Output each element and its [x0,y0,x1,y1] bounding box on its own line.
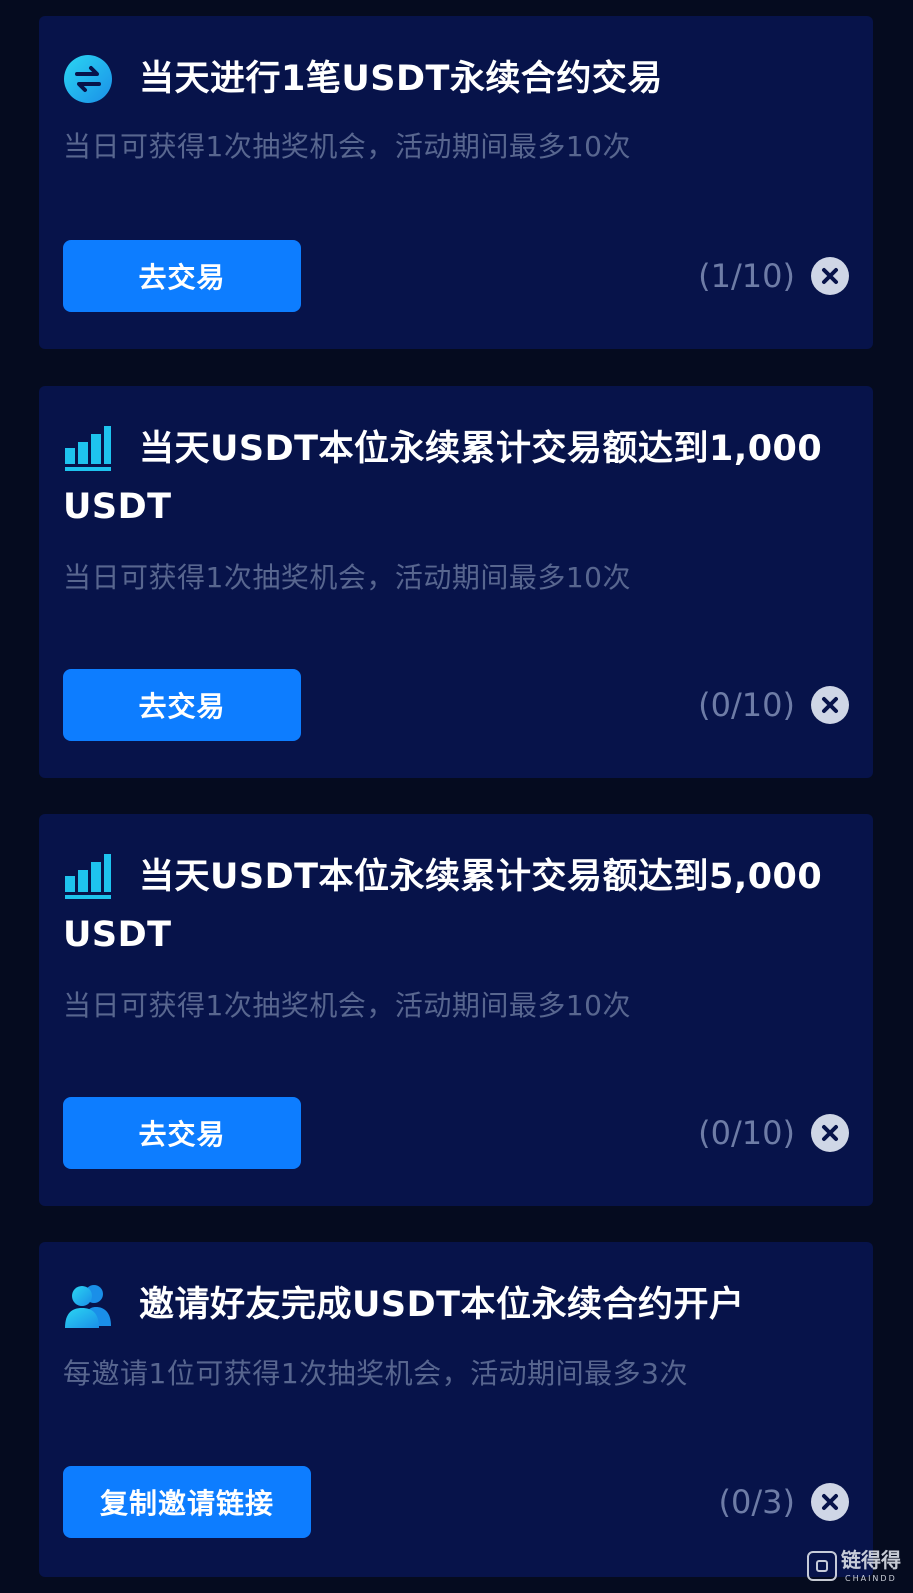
close-icon[interactable] [811,686,849,724]
task-description: 当日可获得1次抽奖机会，活动期间最多10次 [63,561,631,594]
close-icon[interactable] [811,257,849,295]
watermark-subtext: CHAINDD [845,1574,897,1583]
task-description: 当日可获得1次抽奖机会，活动期间最多10次 [63,989,631,1022]
task-title: 当天进行1笔USDT永续合约交易 [139,59,663,99]
close-icon[interactable] [811,1483,849,1521]
task-progress: (0/3) [718,1483,795,1521]
task-progress: (0/10) [698,686,795,724]
go-trade-button[interactable]: 去交易 [63,1097,301,1169]
copy-invite-link-button[interactable]: 复制邀请链接 [63,1466,311,1538]
task-progress: (1/10) [698,257,795,295]
task-card: 当天USDT本位永续累计交易额达到5,000 USDT 当日可获得1次抽奖机会，… [39,814,873,1206]
task-description: 每邀请1位可获得1次抽奖机会，活动期间最多3次 [63,1357,688,1390]
task-card: 当天USDT本位永续累计交易额达到1,000 USDT 当日可获得1次抽奖机会，… [39,386,873,778]
go-trade-button[interactable]: 去交易 [63,669,301,741]
task-description: 当日可获得1次抽奖机会，活动期间最多10次 [63,130,631,163]
go-trade-button[interactable]: 去交易 [63,240,301,312]
close-icon[interactable] [811,1114,849,1152]
task-title: 当天USDT本位永续累计交易额达到5,000 USDT [63,857,823,955]
task-title: 邀请好友完成USDT本位永续合约开户 [139,1285,745,1325]
chaindd-logo-icon [807,1551,837,1581]
task-title: 当天USDT本位永续累计交易额达到1,000 USDT [63,429,823,527]
task-card: 当天进行1笔USDT永续合约交易 当日可获得1次抽奖机会，活动期间最多10次 去… [39,16,873,349]
task-card: 邀请好友完成USDT本位永续合约开户 每邀请1位可获得1次抽奖机会，活动期间最多… [39,1242,873,1577]
watermark-text: 链得得 [841,1548,901,1572]
watermark: 链得得 CHAINDD [807,1547,905,1587]
task-progress: (0/10) [698,1114,795,1152]
